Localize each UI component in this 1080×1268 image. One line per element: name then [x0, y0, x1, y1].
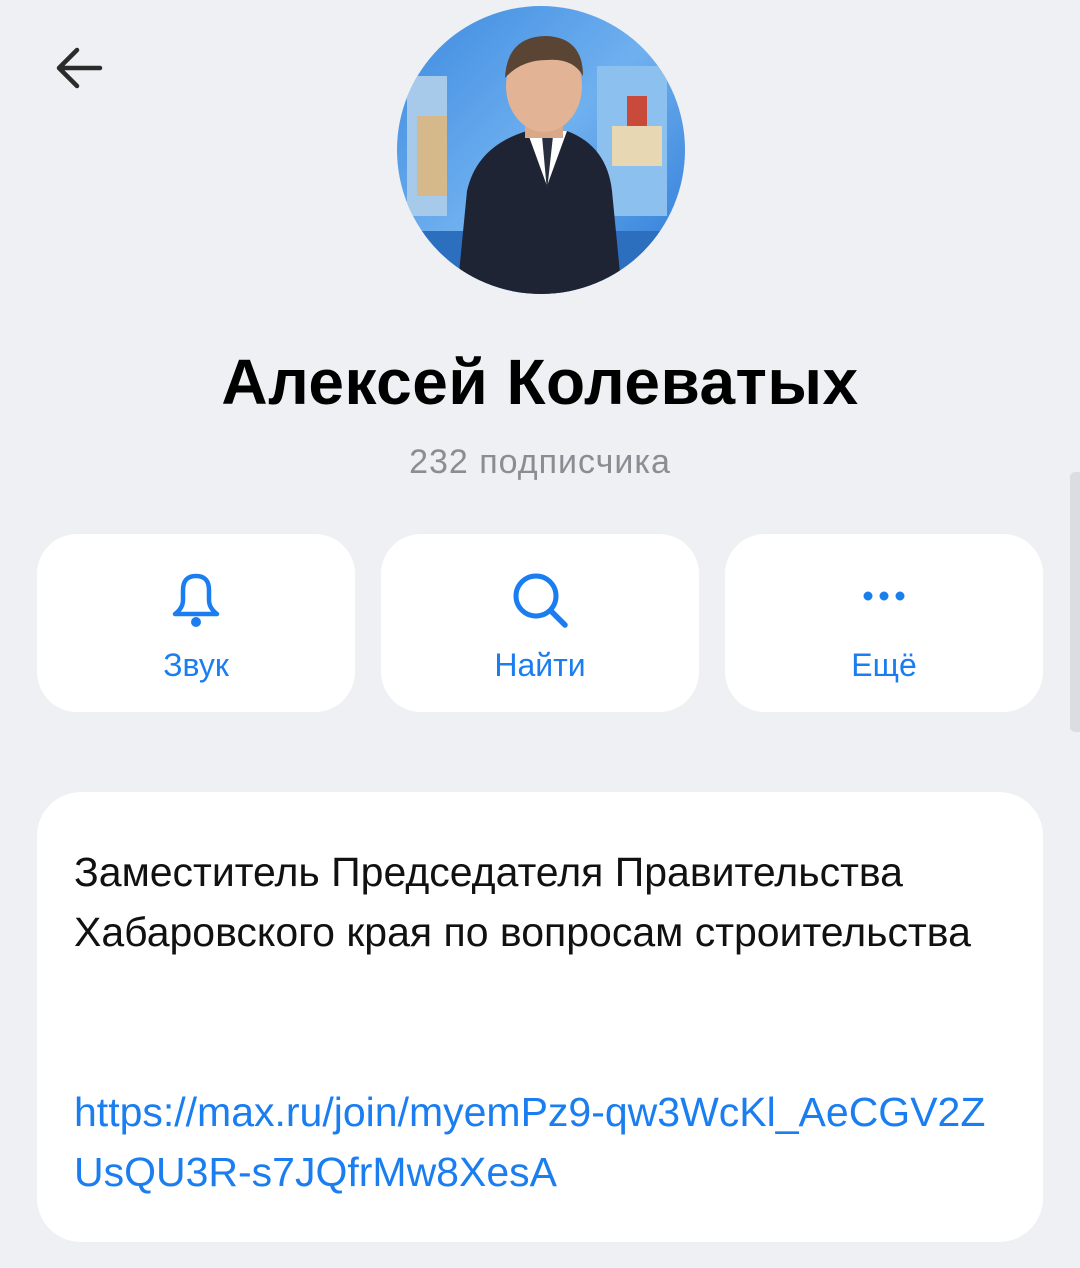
invite-link[interactable]: https://max.ru/join/myemPz9-qw3WcKl_AeCG… [74, 1082, 994, 1202]
avatar[interactable] [397, 6, 685, 294]
back-button[interactable] [46, 36, 110, 100]
search-icon [513, 573, 568, 628]
about-card: Заместитель Председателя Правительства Х… [37, 792, 1043, 1242]
subscriber-count: 232 подписчика [409, 443, 671, 481]
more-button-label: Ещё [851, 647, 917, 683]
profile-name: Алексей Колеватых [221, 346, 859, 418]
action-bar: Звук Найти Ещё [37, 534, 1043, 712]
channel-description: Заместитель Председателя Правительства Х… [74, 849, 971, 955]
arrow-left-icon [56, 47, 103, 89]
sound-button[interactable]: Звук [37, 534, 355, 712]
scrollbar[interactable] [1070, 472, 1080, 732]
search-button-label: Найти [494, 647, 586, 683]
more-button[interactable]: Ещё [725, 534, 1043, 712]
more-dots-icon [863, 591, 905, 601]
avatar-photo [397, 6, 685, 294]
bell-icon [172, 573, 220, 627]
search-button[interactable]: Найти [381, 534, 699, 712]
sound-button-label: Звук [163, 647, 229, 683]
